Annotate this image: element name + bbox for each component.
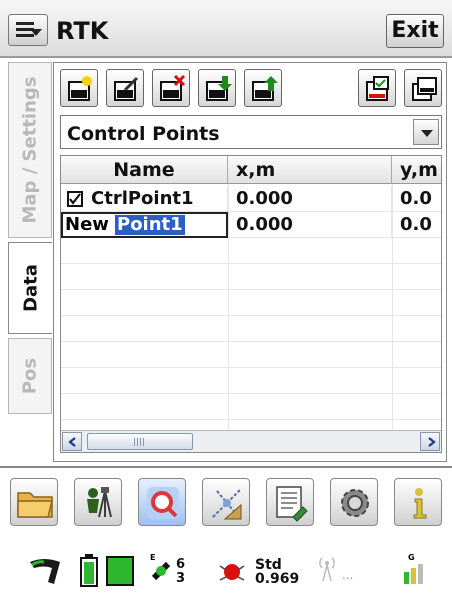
checkmark-icon	[69, 193, 81, 205]
delete-point-button[interactable]	[152, 69, 190, 107]
menu-icon	[16, 22, 34, 25]
satellites-g-count: 3	[176, 571, 186, 586]
tab-data[interactable]: Data	[8, 242, 52, 334]
point-name-input[interactable]: New Point1	[61, 212, 228, 238]
copy-button[interactable]	[404, 69, 442, 107]
app-launcher-bar: E 6 3 Std 0.969 ... G	[0, 466, 452, 601]
title-bar: RTK Exit	[0, 0, 452, 58]
cogo-icon	[212, 488, 242, 520]
input-text: New	[65, 214, 109, 235]
select-all-button[interactable]	[358, 69, 396, 107]
copy-icon	[412, 77, 437, 101]
svg-text:G: G	[408, 553, 415, 562]
import-button[interactable]	[198, 69, 236, 107]
delete-point-icon	[160, 74, 186, 101]
point-y: 0.0	[400, 214, 432, 235]
exit-button[interactable]: Exit	[386, 14, 444, 48]
column-header-x[interactable]: x,m	[228, 156, 392, 184]
notes-icon	[276, 486, 308, 522]
select-all-icon	[366, 76, 389, 101]
survey-icon	[87, 487, 112, 518]
settings-icon	[341, 489, 369, 517]
app-title: RTK	[56, 17, 109, 45]
memory-card-icon	[106, 556, 134, 586]
column-header-y[interactable]: y,m	[392, 156, 441, 184]
table-header: Name x,m y,m	[61, 156, 441, 184]
info-icon	[413, 488, 427, 519]
settings-button[interactable]	[330, 478, 378, 526]
column-header-name[interactable]: Name	[61, 156, 228, 184]
edit-point-button[interactable]	[106, 69, 144, 107]
horizontal-scrollbar[interactable]	[61, 430, 441, 452]
notes-button[interactable]	[266, 478, 314, 526]
row-checkbox[interactable]	[67, 191, 83, 207]
scroll-thumb[interactable]	[87, 433, 193, 450]
open-file-button[interactable]	[10, 478, 58, 526]
point-list-select[interactable]: Control Points	[60, 115, 442, 149]
tab-label: Map / Settings	[19, 76, 41, 224]
info-button[interactable]	[394, 478, 442, 526]
gnss-receiver-icon	[30, 559, 60, 584]
chevron-down-icon	[30, 29, 42, 36]
point-name: CtrlPoint1	[91, 188, 194, 209]
selected-value: Control Points	[67, 123, 220, 145]
solution-value: 0.969	[255, 571, 300, 587]
gsm-signal-icon: G	[404, 553, 423, 584]
svg-text:E: E	[150, 553, 155, 562]
radio-status: ...	[342, 568, 354, 582]
data-panel: Control Points Name x,m y,m CtrlPoint1 0…	[53, 62, 447, 462]
point-x: 0.000	[228, 186, 392, 212]
chevron-left-icon	[68, 437, 76, 447]
chevron-right-icon	[428, 437, 436, 447]
tab-label: Pos	[19, 357, 41, 395]
table-row[interactable]: CtrlPoint1 0.000 0.0	[61, 186, 441, 212]
point-x: 0.000	[228, 212, 392, 238]
input-selection: Point1	[115, 214, 185, 235]
folder-icon	[17, 492, 53, 518]
new-point-button[interactable]	[60, 69, 98, 107]
cogo-button[interactable]	[202, 478, 250, 526]
side-tabs: Map / Settings Data Pos	[8, 62, 54, 462]
points-toolbar	[60, 69, 442, 109]
search-button[interactable]	[138, 478, 186, 526]
battery-icon	[80, 554, 98, 587]
tab-label: Data	[20, 264, 41, 312]
solution-label: Std	[255, 557, 282, 573]
solution-status-icon	[219, 564, 245, 581]
export-icon	[252, 76, 278, 101]
start-menu-button[interactable]	[8, 14, 48, 46]
points-table: Name x,m y,m CtrlPoint1 0.000 0.0 New Po…	[60, 155, 442, 453]
survey-button[interactable]	[74, 478, 122, 526]
satellite-icon: E	[150, 553, 171, 581]
new-point-icon	[68, 76, 92, 101]
radio-antenna-icon	[319, 557, 335, 582]
import-icon	[206, 76, 232, 101]
table-row[interactable]: New Point1 0.000 0.0	[61, 212, 441, 238]
edit-point-icon	[114, 76, 139, 101]
scroll-left-button[interactable]	[62, 432, 82, 451]
satellites-e-count: 6	[176, 557, 186, 572]
tab-map-settings[interactable]: Map / Settings	[8, 62, 52, 238]
point-y: 0.0	[400, 188, 432, 209]
tab-pos[interactable]: Pos	[8, 338, 52, 414]
search-icon	[147, 487, 179, 519]
export-button[interactable]	[244, 69, 282, 107]
chevron-down-icon[interactable]	[413, 119, 439, 145]
status-bar: E 6 3 Std 0.969 ... G	[0, 544, 452, 600]
scroll-right-button[interactable]	[420, 432, 440, 451]
